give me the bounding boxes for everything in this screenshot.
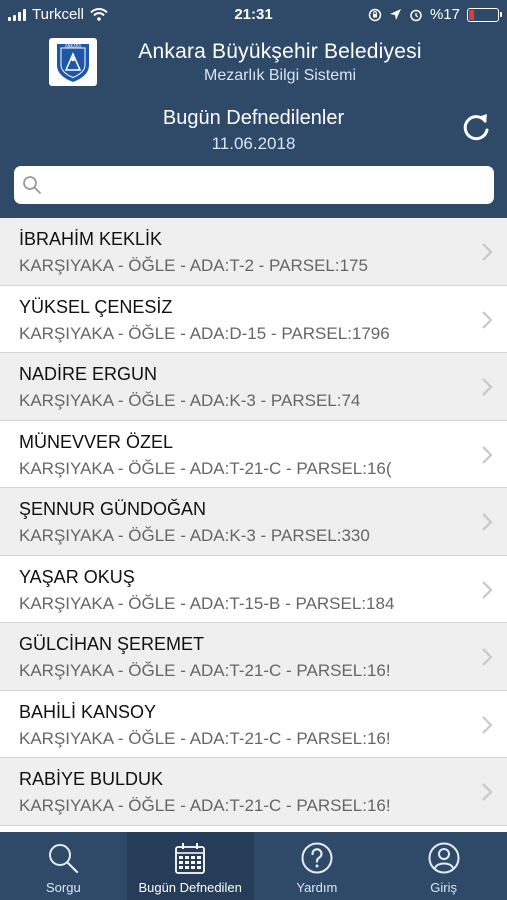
tab-label: Bugün Defnedilen [138,880,242,895]
battery-level [469,9,474,20]
status-right: %17 [368,6,502,23]
tab-yardim[interactable]: Yardım [254,832,381,900]
search-bar[interactable] [14,166,494,204]
burial-detail: KARŞIYAKA - ÖĞLE - ADA:K-3 - PARSEL:330 [19,526,370,545]
tab-label: Giriş [430,880,457,895]
burial-detail: KARŞIYAKA - ÖĞLE - ADA:T-21-C - PARSEL:1… [19,458,392,478]
chevron-right-icon [482,445,493,464]
tab-label: Sorgu [46,880,81,895]
app-subtitle: Mezarlık Bilgi Sistemi [203,67,357,84]
chevron-right-icon [482,648,493,666]
list-item[interactable]: YAŞAR OKUŞ KARŞIYAKA - ÖĞLE - ADA:T-15-B… [0,555,507,623]
tab-giris[interactable]: Giriş [380,832,507,900]
deceased-name: YÜKSEL ÇENESİZ [19,296,173,317]
search-icon [49,844,79,874]
burial-detail: KARŞIYAKA - ÖĞLE - ADA:D-15 - PARSEL:179… [19,323,390,343]
burial-detail: KARŞIYAKA - ÖĞLE - ADA:T-21-C - PARSEL:1… [19,796,391,815]
refresh-icon[interactable] [458,108,494,144]
search-input[interactable] [50,170,480,200]
deceased-name: NADİRE ERGUN [19,364,158,384]
calendar-icon [175,843,206,874]
chevron-right-icon [482,715,493,734]
list-item[interactable]: ŞENNUR GÜNDOĞAN KARŞIYAKA - ÖĞLE - ADA:K… [0,488,507,556]
chevron-right-icon [482,783,493,801]
burial-detail: KARŞIYAKA - ÖĞLE - ADA:T-21-C - PARSEL:1… [19,728,391,748]
tab-sorgu[interactable]: Sorgu [0,832,127,900]
burial-detail: KARŞIYAKA - ÖĞLE - ADA:T-15-B - PARSEL:1… [19,593,395,613]
help-icon [301,842,333,874]
list-item[interactable]: MÜNEVVER ÖZEL KARŞIYAKA - ÖĞLE - ADA:T-2… [0,420,507,488]
deceased-name: GÜLCİHAN ŞEREMET [19,634,205,654]
deceased-name: RABİYE BULDUK [19,769,164,789]
page-title: Bugün Defnedilenler [162,107,345,129]
chevron-right-icon [482,243,493,261]
list-item[interactable]: NADİRE ERGUN KARŞIYAKA - ÖĞLE - ADA:K-3 … [0,353,507,421]
status-bar: Turkcell 21:31 %17 [0,0,507,30]
list-item[interactable]: RABİYE BULDUK KARŞIYAKA - ÖĞLE - ADA:T-2… [0,758,507,826]
chevron-right-icon [482,310,493,329]
deceased-name: YAŞAR OKUŞ [19,566,135,587]
chevron-right-icon [482,513,493,531]
search-icon [23,176,41,194]
chevron-right-icon [482,378,493,396]
deceased-name: BAHİLİ KANSOY [19,701,157,722]
rotation-lock-icon [368,8,382,21]
logo-text: ANKARA [65,44,82,49]
tab-bugun-defnedilen[interactable]: Bugün Defnedilen [126,832,254,900]
deceased-name: MÜNEVVER ÖZEL [19,431,174,452]
list-item[interactable]: YÜKSEL ÇENESİZ KARŞIYAKA - ÖĞLE - ADA:D-… [0,285,507,353]
burial-detail: KARŞIYAKA - ÖĞLE - ADA:T-21-C - PARSEL:1… [19,661,391,680]
chevron-right-icon [482,580,493,599]
deceased-name: İBRAHİM KEKLİK [19,229,163,249]
app-title: Ankara Büyükşehir Belediyesi [138,40,422,63]
tab-label: Yardım [296,880,338,895]
alarm-icon [410,9,422,21]
list-item[interactable]: GÜLCİHAN ŞEREMET KARŞIYAKA - ÖĞLE - ADA:… [0,623,507,691]
user-icon [428,842,460,874]
list-item[interactable]: BAHİLİ KANSOY KARŞIYAKA - ÖĞLE - ADA:T-2… [0,690,507,758]
battery-icon [467,7,502,22]
battery-percent: %17 [429,6,460,23]
burial-detail: KARŞIYAKA - ÖĞLE - ADA:K-3 - PARSEL:74 [19,391,361,410]
burial-list: İBRAHİM KEKLİK KARŞIYAKA - ÖĞLE - ADA:T-… [0,218,507,832]
location-icon [389,9,401,20]
tab-bar: Sorgu Bugün Defnedilen Yardım Giriş [0,832,507,900]
burial-detail: KARŞIYAKA - ÖĞLE - ADA:T-2 - PARSEL:175 [19,256,368,275]
list-item[interactable]: İBRAHİM KEKLİK KARŞIYAKA - ÖĞLE - ADA:T-… [0,218,507,286]
app-header: Turkcell 21:31 %17 ANKARA Ankara Büyükşe… [0,0,507,218]
deceased-name: ŞENNUR GÜNDOĞAN [19,499,207,519]
municipality-logo: ANKARA [49,38,97,86]
page-date: 11.06.2018 [211,134,296,153]
